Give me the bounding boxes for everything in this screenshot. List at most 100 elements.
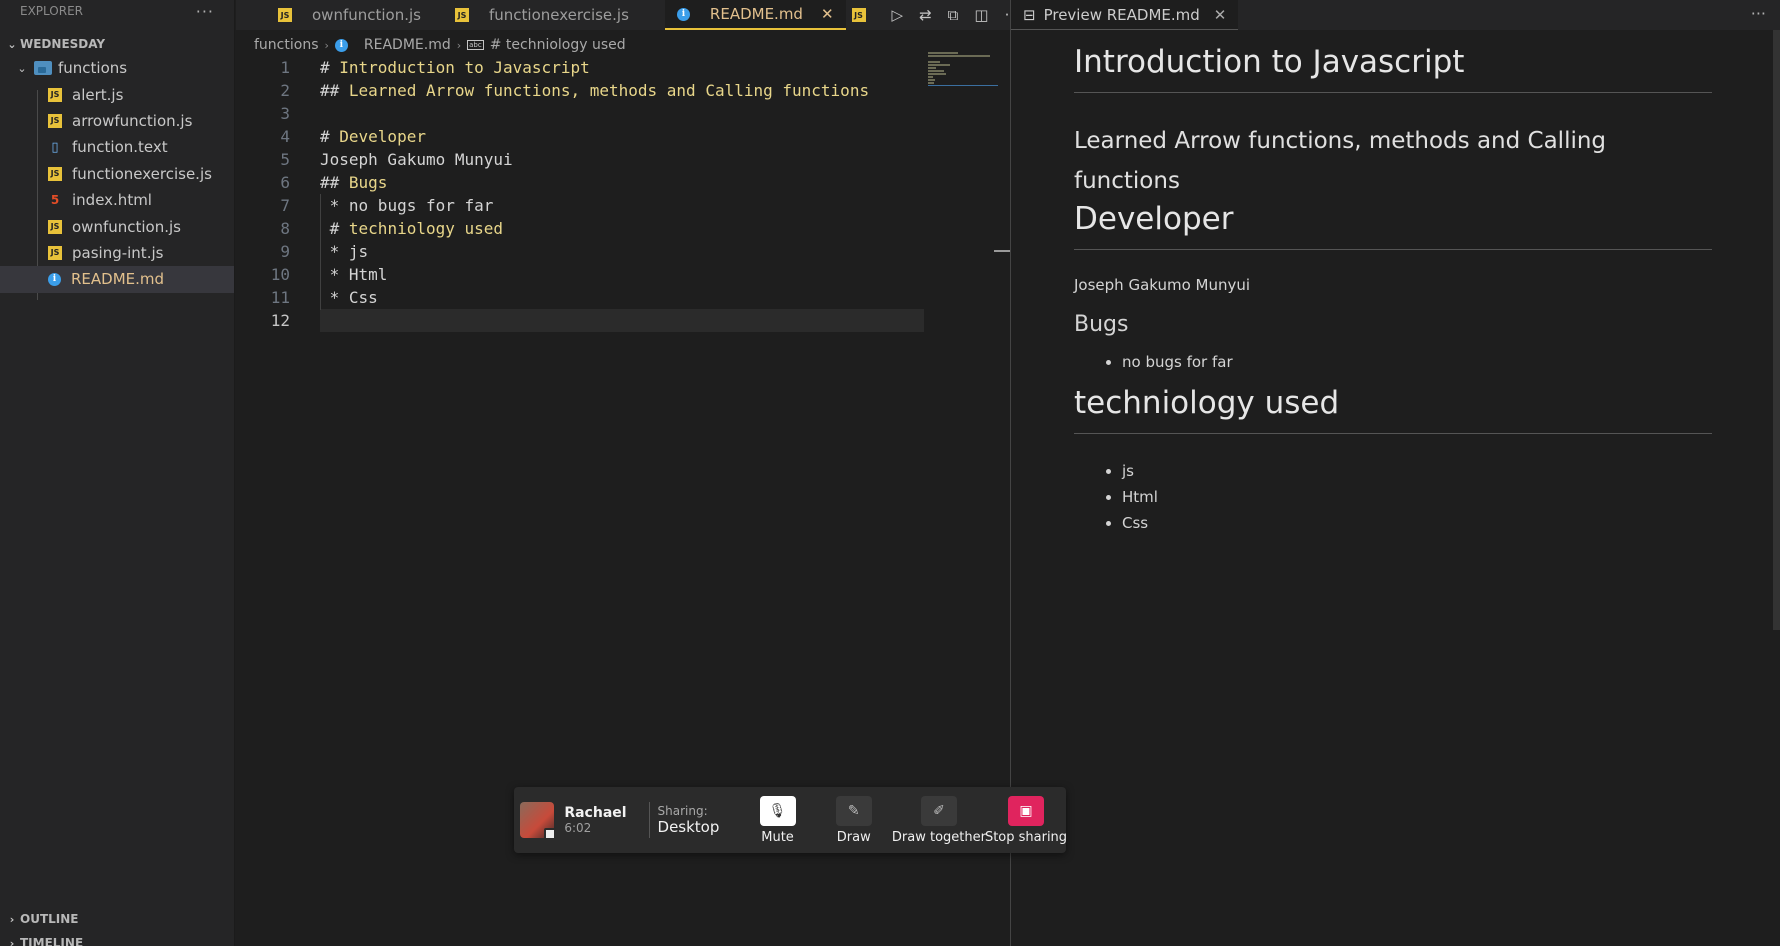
code-line[interactable]: 1 # Introduction to Javascript: [236, 56, 926, 79]
file-item[interactable]: JS pasing-int.js: [0, 240, 234, 266]
line-number: 8: [280, 219, 290, 238]
file-item[interactable]: ▯ function.text: [0, 134, 234, 160]
line-content: Learned Arrow functions, methods and Cal…: [348, 81, 870, 100]
file-label: pasing-int.js: [72, 243, 164, 262]
file-label: functionexercise.js: [72, 164, 212, 183]
explorer-title: EXPLORER: [20, 4, 83, 18]
minimap[interactable]: [928, 52, 998, 86]
code-text: * Html: [320, 265, 388, 284]
list-item: no bugs for far: [1122, 349, 1712, 375]
draw-button[interactable]: ✎ Draw: [816, 795, 892, 845]
tab-readme[interactable]: i README.md ✕: [664, 0, 846, 30]
line-number: 6: [280, 173, 290, 192]
code-editor[interactable]: 1 # Introduction to Javascript 2 ## Learned…: [236, 56, 926, 332]
code-line[interactable]: 6 ## Bugs: [236, 171, 926, 194]
preview-heading-developer: Developer: [1074, 201, 1712, 250]
code-text: * js: [320, 242, 369, 261]
list-item: js: [1122, 458, 1712, 484]
code-line[interactable]: 9 * js: [236, 240, 926, 263]
chevron-down-icon: ⌄: [17, 61, 27, 75]
split-editor-icon[interactable]: ◫: [974, 6, 988, 24]
code-text: # Introduction to Javascript: [320, 58, 590, 77]
markdown-prefix: ##: [320, 173, 349, 192]
ellipsis-icon[interactable]: ···: [1751, 4, 1766, 23]
line-number: 1: [280, 58, 290, 77]
line-content: js: [348, 242, 369, 261]
js-file-icon: JS: [278, 8, 292, 22]
run-icon[interactable]: ▷: [892, 6, 904, 24]
code-line[interactable]: 11 * Css: [236, 286, 926, 309]
file-label: arrowfunction.js: [72, 111, 193, 130]
file-item[interactable]: JS arrowfunction.js: [0, 108, 234, 134]
file-item[interactable]: 5 index.html: [0, 187, 234, 213]
file-item[interactable]: JS functionexercise.js: [0, 161, 234, 187]
markdown-prefix: *: [320, 242, 349, 261]
file-item[interactable]: JS alert.js: [0, 81, 234, 107]
ellipsis-icon[interactable]: ···: [196, 2, 214, 21]
sharing-label: Sharing:: [657, 804, 708, 818]
microphone-icon: 🎙: [759, 795, 796, 826]
markdown-prefix: #: [320, 58, 340, 77]
file-item[interactable]: JS ownfunction.js: [0, 213, 234, 239]
file-list: JS alert.js JS arrowfunction.js ▯ function.te…: [0, 81, 234, 293]
code-line[interactable]: 7 * no bugs for far: [236, 194, 926, 217]
draw-together-label: Draw together: [891, 829, 986, 845]
tab-preview-readme[interactable]: ⊟ Preview README.md ✕: [1011, 0, 1239, 30]
screen-share-toolbar: Rachael 6:02 Sharing: Desktop 🎙 Mute ✎ D…: [514, 787, 1067, 853]
outline-label: OUTLINE: [20, 912, 79, 926]
indent-guide: [320, 194, 321, 310]
code-line[interactable]: 12: [236, 309, 926, 332]
folder-label: functions: [58, 59, 128, 78]
code-line[interactable]: 3: [236, 102, 926, 125]
tab-functionexercise[interactable]: JS functionexercise.js: [433, 0, 641, 30]
breadcrumb-folder[interactable]: functions: [254, 37, 318, 53]
draw-together-button[interactable]: ✐ Draw together: [891, 795, 986, 845]
pen-slash-icon: ✎: [835, 795, 872, 826]
preview-scrollbar[interactable]: [1773, 30, 1780, 630]
preview-tabbar: ⊟ Preview README.md ✕ ···: [1011, 0, 1780, 30]
outline-section[interactable]: › OUTLINE: [0, 908, 235, 930]
js-file-icon[interactable]: JS: [851, 8, 866, 22]
compare-icon[interactable]: ⇄: [919, 6, 932, 24]
close-icon[interactable]: ✕: [821, 5, 834, 23]
code-line[interactable]: 8 # techniology used: [236, 217, 926, 240]
stop-sharing-button[interactable]: ▣ Stop sharing: [985, 795, 1067, 845]
file-label: README.md: [71, 270, 165, 289]
folder-functions[interactable]: ⌄ functions: [0, 55, 234, 81]
line-content: Bugs: [348, 173, 388, 192]
timeline-section[interactable]: › TIMELINE: [0, 932, 235, 946]
line-number: 11: [270, 288, 290, 307]
timeline-label: TIMELINE: [20, 936, 84, 946]
mute-label: Mute: [761, 829, 794, 845]
tech-list: jsHtmlCss: [1074, 458, 1712, 536]
js-file-icon: JS: [48, 87, 62, 102]
workspace-header[interactable]: ⌄ WEDNESDAY: [0, 33, 234, 55]
file-label: index.html: [72, 191, 152, 210]
chevron-right-icon: ›: [324, 38, 329, 52]
code-line[interactable]: 4 # Developer: [236, 125, 926, 148]
js-file-icon: JS: [48, 219, 62, 234]
close-icon[interactable]: ✕: [1214, 6, 1227, 24]
tab-ownfunction[interactable]: JS ownfunction.js: [236, 0, 433, 30]
line-number: 10: [270, 265, 290, 284]
avatar: [520, 802, 557, 840]
code-line[interactable]: 2 ## Learned Arrow functions, methods and…: [236, 79, 926, 102]
string-symbol-icon: abc: [467, 40, 484, 50]
stop-share-icon: ▣: [1008, 795, 1044, 826]
breadcrumb-file[interactable]: README.md: [364, 37, 451, 53]
text-file-icon: ▯: [51, 139, 59, 155]
mute-button[interactable]: 🎙 Mute: [739, 795, 815, 845]
sharing-status: Sharing: Desktop: [658, 804, 720, 836]
code-line[interactable]: 5 Joseph Gakumo Munyui: [236, 148, 926, 171]
breadcrumb-symbol[interactable]: # techniology used: [490, 37, 626, 53]
line-content: Html: [348, 265, 388, 284]
presenter-info: Rachael 6:02: [564, 805, 626, 835]
preview-icon: ⊟: [1023, 5, 1036, 24]
preview-heading-tech: techniology used: [1074, 385, 1712, 434]
code-line[interactable]: 10 * Html: [236, 263, 926, 286]
js-file-icon: JS: [48, 113, 62, 128]
open-preview-icon[interactable]: ⧉: [948, 6, 959, 24]
file-item[interactable]: i README.md: [0, 266, 234, 293]
screen-badge-icon: [544, 828, 557, 840]
explorer-sidebar: EXPLORER ··· ⌄ WEDNESDAY ⌄ functions JS a…: [0, 0, 235, 946]
